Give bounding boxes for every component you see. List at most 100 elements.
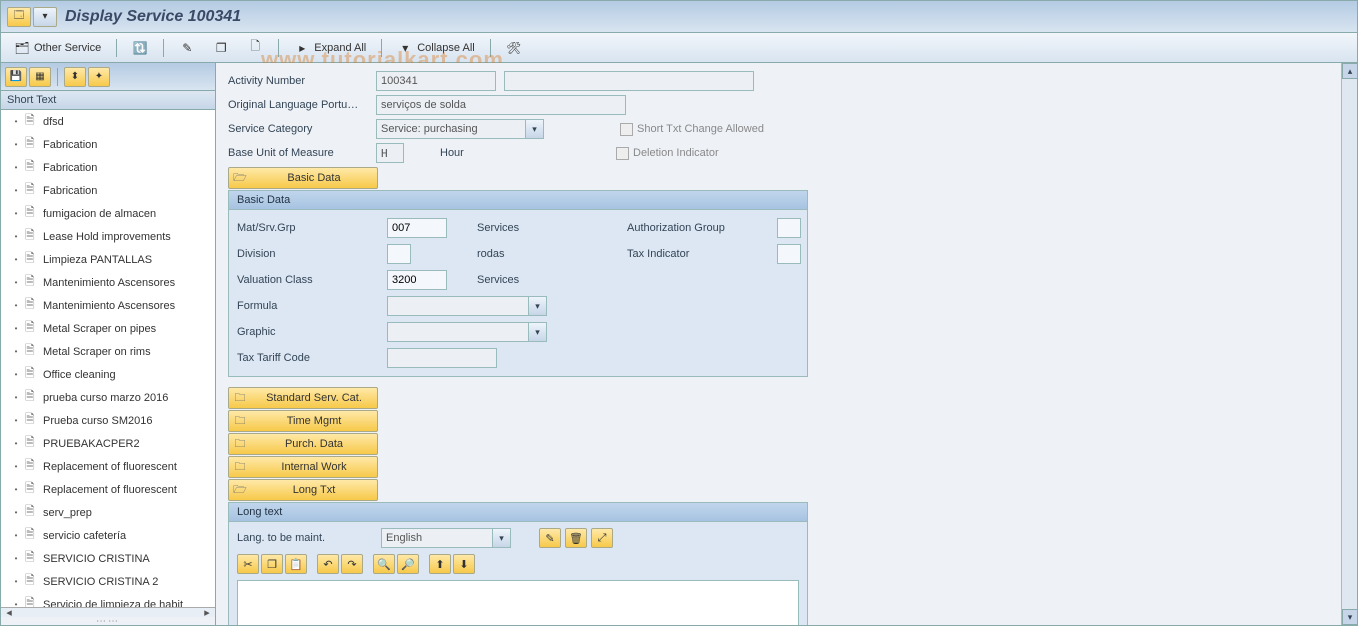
clipboard-icon: 📋 [289, 558, 303, 571]
tree-item[interactable]: •🗎Fabrication [1, 156, 215, 179]
other-service-button[interactable]: 🗂 Other Service [7, 37, 108, 59]
tree-item[interactable]: •🗎serv_prep [1, 501, 215, 524]
download-button[interactable]: ⬇ [453, 554, 475, 574]
tree-item[interactable]: •🗎fumigacion de almacen [1, 202, 215, 225]
tree-item-label: dfsd [43, 116, 64, 128]
tree-item[interactable]: •🗎PRUEBAKACPER2 [1, 432, 215, 455]
bullet-icon: • [11, 117, 21, 126]
pencil-icon: ✎ [179, 40, 195, 56]
drawer-time-mgmt[interactable]: 🗀 Time Mgmt [228, 410, 378, 432]
link-button[interactable]: ✦ [88, 67, 110, 87]
tree-item[interactable]: • 🗎 dfsd [1, 110, 215, 133]
activity-number-label: Activity Number [228, 75, 368, 87]
tax-indicator-field[interactable] [777, 244, 801, 264]
tree-item[interactable]: •🗎Lease Hold improvements [1, 225, 215, 248]
copy-icon: ❐ [213, 40, 229, 56]
tree-item[interactable]: •🗎Mantenimiento Ascensores [1, 294, 215, 317]
document-icon: 🗎 [25, 203, 39, 224]
chevron-down-icon[interactable]: ▾ [526, 119, 544, 139]
document-icon: 🗎 [25, 272, 39, 293]
tree-item[interactable]: •🗎Mantenimiento Ascensores [1, 271, 215, 294]
find-button[interactable]: 🔍 [373, 554, 395, 574]
document-icon: 🗎 [25, 111, 39, 132]
expand-all-button[interactable]: ▸ Expand All [287, 37, 373, 59]
division-field[interactable] [387, 244, 411, 264]
find-next-button[interactable]: 🔎 [397, 554, 419, 574]
tree-item[interactable]: •🗎Metal Scraper on rims [1, 340, 215, 363]
tree-item[interactable]: •🗎prueba curso marzo 2016 [1, 386, 215, 409]
delete-text-button[interactable]: 🗑 [565, 528, 587, 548]
bullet-icon: • [11, 370, 21, 379]
content-vscroll[interactable]: ▴ ▾ [1341, 63, 1357, 625]
fullscreen-button[interactable]: ⤢ [591, 528, 613, 548]
tree-item[interactable]: •🗎Metal Scraper on pipes [1, 317, 215, 340]
cut-button[interactable]: ✂ [237, 554, 259, 574]
grid-button[interactable]: ▦ [29, 67, 51, 87]
scroll-up-icon[interactable]: ▴ [1342, 63, 1358, 79]
tree-item[interactable]: •🗎servicio cafetería [1, 524, 215, 547]
tree-item[interactable]: •🗎Servicio de limpieza de habit [1, 593, 215, 607]
drawer-internal-work[interactable]: 🗀 Internal Work [228, 456, 378, 478]
edit-button[interactable]: ✎ [172, 37, 202, 59]
redo-button[interactable]: ↷ [341, 554, 363, 574]
link-icon: ✦ [95, 71, 103, 82]
base-uom-code[interactable] [376, 143, 404, 163]
tree-item[interactable]: •🗎SERVICIO CRISTINA [1, 547, 215, 570]
activity-number-field[interactable] [376, 71, 496, 91]
formula-value [387, 296, 529, 316]
chevron-down-icon[interactable]: ▾ [529, 322, 547, 342]
tree[interactable]: •🗎dfsd•🗎Fabrication•🗎Fabrication•🗎Fabric… [1, 110, 215, 607]
edit-text-button[interactable]: ✎ [539, 528, 561, 548]
tree-item[interactable]: •🗎SERVICIO CRISTINA 2 [1, 570, 215, 593]
lang-combo[interactable]: ▾ [381, 528, 511, 548]
new-button[interactable]: 🗋 [240, 37, 270, 59]
formula-combo[interactable]: ▾ [387, 296, 547, 316]
drawer-basic-data[interactable]: 🗁 Basic Data [228, 167, 378, 189]
drawer-purch-data[interactable]: 🗀 Purch. Data [228, 433, 378, 455]
chevron-down-icon[interactable]: ▾ [493, 528, 511, 548]
lang-value [381, 528, 493, 548]
redo-icon: ↷ [347, 558, 356, 571]
copy-button[interactable]: ❐ [206, 37, 236, 59]
tax-tariff-field[interactable] [387, 348, 497, 368]
tree-item[interactable]: •🗎Limpieza PANTALLAS [1, 248, 215, 271]
paste-button[interactable]: 📋 [285, 554, 307, 574]
valuation-class-field[interactable] [387, 270, 447, 290]
drawer-long-txt[interactable]: 🗁 Long Txt [228, 479, 378, 501]
tree-item[interactable]: •🗎Fabrication [1, 133, 215, 156]
copy-text-button[interactable]: ❐ [261, 554, 283, 574]
resize-handle[interactable]: ⋯⋯ [1, 617, 215, 625]
upload-button[interactable]: ⬆ [429, 554, 451, 574]
expand-icon: ⤢ [598, 532, 607, 545]
long-text-editor[interactable] [237, 580, 799, 625]
tree-item[interactable]: •🗎Replacement of fluorescent [1, 455, 215, 478]
hierarchy-button[interactable]: ⬍ [64, 67, 86, 87]
tree-item[interactable]: •🗎Fabrication [1, 179, 215, 202]
bullet-icon: • [11, 140, 21, 149]
settings-button[interactable]: 🛠 [499, 37, 529, 59]
collapse-icon: ▾ [397, 40, 413, 56]
tree-item[interactable]: •🗎Prueba curso SM2016 [1, 409, 215, 432]
undo-button[interactable]: ↶ [317, 554, 339, 574]
tree-item-label: prueba curso marzo 2016 [43, 392, 168, 404]
drawer-std-serv-cat[interactable]: 🗀 Standard Serv. Cat. [228, 387, 378, 409]
chevron-down-icon[interactable]: ▾ [529, 296, 547, 316]
mat-srv-grp-field[interactable] [387, 218, 447, 238]
scroll-down-icon[interactable]: ▾ [1342, 609, 1358, 625]
page-title: Display Service 100341 [65, 8, 241, 26]
auth-group-field[interactable] [777, 218, 801, 238]
drawer-std-serv-cat-label: Standard Serv. Cat. [251, 392, 377, 404]
dropdown-icon[interactable]: ▾ [33, 7, 57, 27]
service-category-combo[interactable]: ▾ [376, 119, 544, 139]
tree-item[interactable]: •🗎Office cleaning [1, 363, 215, 386]
save-button[interactable]: 💾 [5, 67, 27, 87]
separator [116, 39, 117, 57]
tree-item[interactable]: •🗎Replacement of fluorescent [1, 478, 215, 501]
separator [163, 39, 164, 57]
auth-group-label: Authorization Group [627, 222, 767, 234]
collapse-all-button[interactable]: ▾ Collapse All [390, 37, 481, 59]
refresh-button[interactable]: 🔃 [125, 37, 155, 59]
original-language-field[interactable] [376, 95, 626, 115]
tree-item-label: servicio cafetería [43, 530, 126, 542]
graphic-combo[interactable]: ▾ [387, 322, 547, 342]
